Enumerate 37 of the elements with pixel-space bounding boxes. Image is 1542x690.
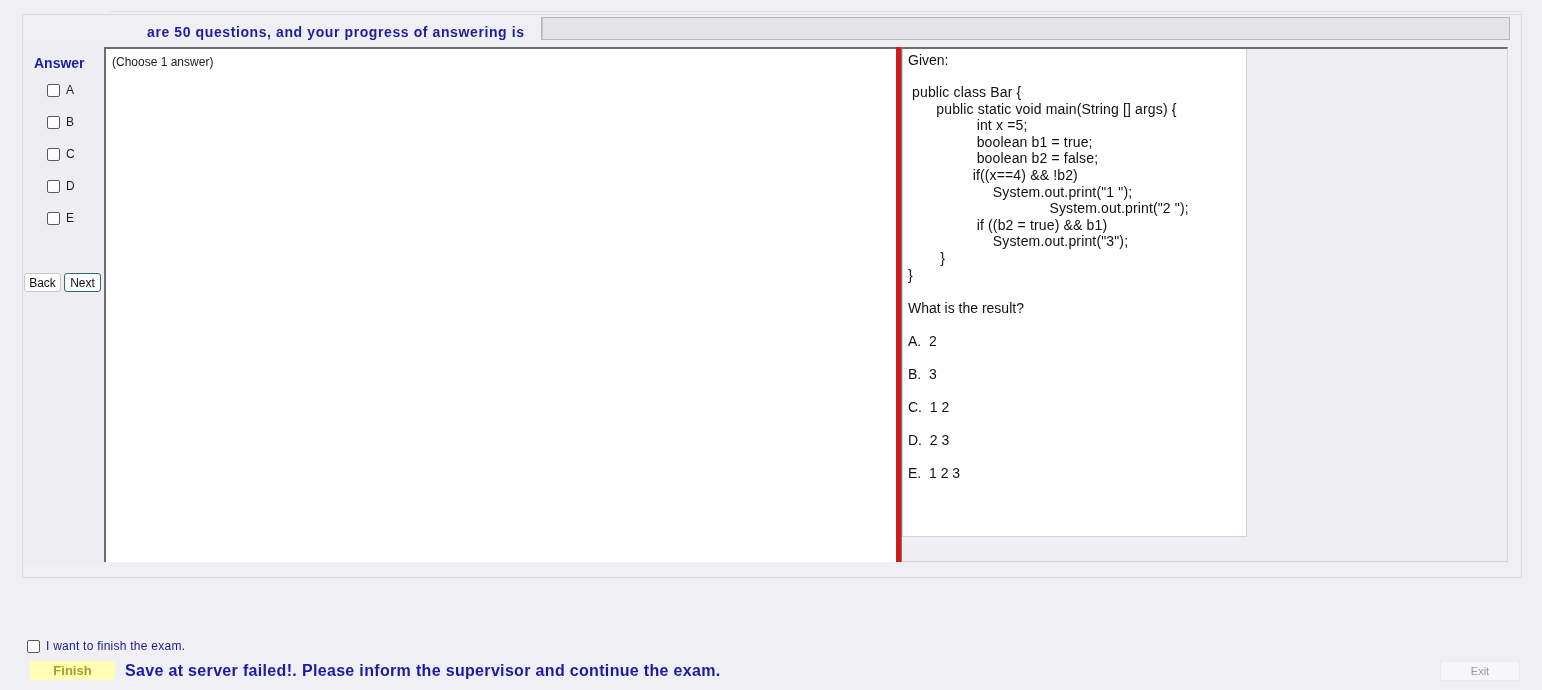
answer-choice: C. 1 2 <box>908 398 950 416</box>
option-label: C <box>66 148 75 161</box>
code-line: boolean b1 = true; <box>975 133 1093 151</box>
checkbox[interactable] <box>47 212 60 225</box>
code-line: int x =5; <box>975 117 1028 134</box>
option-label: A <box>66 84 74 97</box>
instruction-text: (Choose 1 answer) <box>112 55 214 69</box>
question-prompt: What is the result? <box>908 299 1024 317</box>
code-line: System.out.print("3"); <box>991 233 1129 250</box>
checkbox[interactable] <box>47 180 60 193</box>
answer-choice: B. 3 <box>908 365 937 383</box>
checkbox[interactable] <box>47 84 60 97</box>
checkbox[interactable] <box>47 148 60 161</box>
checkbox-label: I want to finish the exam. <box>46 640 186 653</box>
answer-choice: A. 2 <box>908 332 937 350</box>
progress-caption: are 50 questions, and your progress of answering is <box>147 24 525 40</box>
answer-choice: E. 1 2 3 <box>908 464 961 482</box>
code-line: if ((b2 = true) && b1) <box>975 216 1108 234</box>
option-label: D <box>66 180 75 193</box>
option-label: E <box>66 212 74 225</box>
checkbox[interactable] <box>27 640 40 653</box>
checkbox[interactable] <box>47 116 60 129</box>
code-line: System.out.print("2 "); <box>1048 200 1189 217</box>
intro-text: Given: <box>908 52 949 69</box>
error-message: Save at server failed!. Please inform the supervisor and continue the exam. <box>125 661 721 680</box>
code-line: System.out.print("1 "); <box>991 183 1133 201</box>
nav-button[interactable]: Next <box>64 273 101 292</box>
code-line: public class Bar { <box>911 84 1022 101</box>
answer-choice: D. 2 3 <box>908 431 950 449</box>
option-label: B <box>66 116 74 129</box>
code-line: boolean b2 = false; <box>975 150 1099 167</box>
code-line: if((x==4) && !b2) <box>971 166 1078 184</box>
code-line: } <box>939 249 946 267</box>
nav-button[interactable]: Back <box>24 273 61 292</box>
code-line: public static void main(String [] args) { <box>935 100 1177 118</box>
answer-heading: Answer <box>33 55 86 71</box>
code-line: } <box>908 266 913 284</box>
